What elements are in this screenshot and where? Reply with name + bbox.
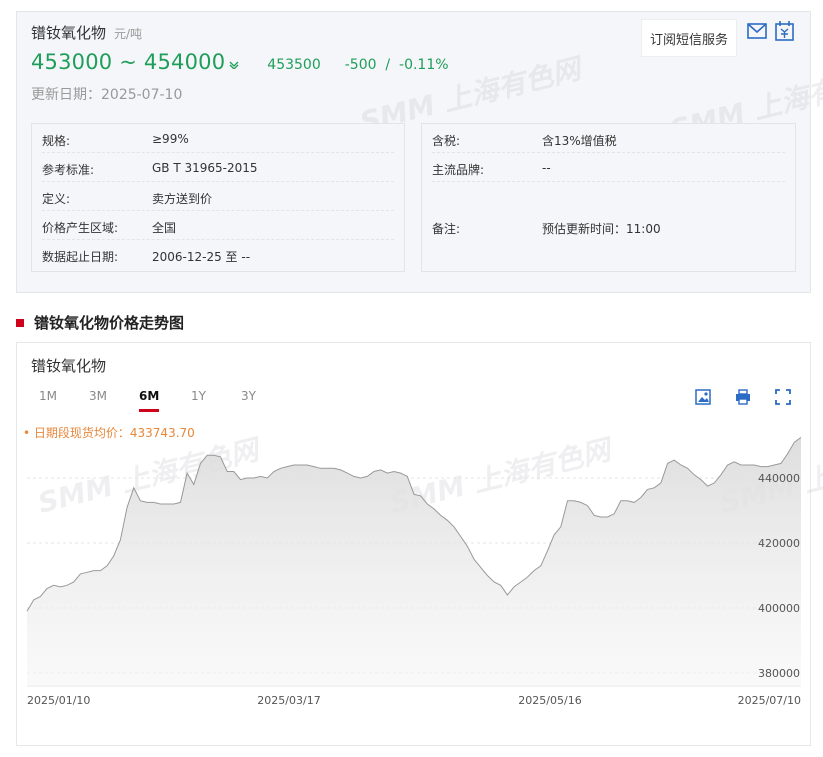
product-name: 镨钕氧化物 [31,24,107,42]
spec-label: 主流品牌: [432,163,485,177]
spec-label: 规格: [42,134,71,148]
spec-row: 含税: 含13%增值税 [432,124,785,153]
x-tick-label: 2025/01/10 [27,694,90,707]
calendar-icon[interactable] [775,21,794,41]
spec-label: 含税: [432,134,461,148]
y-tick-label: 400000 [758,602,800,615]
spec-row: 参考标准: GB T 31965-2015 [42,153,394,182]
spec-label: 备注: [432,222,461,236]
spec-value: 卖方送到价 [152,192,213,206]
spec-row: 定义: 卖方送到价 [42,182,394,211]
average-price-annotation: • 日期段现货均价：433743.70 [23,425,195,440]
spec-value: 预估更新时间：11:00 [542,222,661,236]
spec-table-left: 规格: ≥99% 参考标准: GB T 31965-2015 定义: 卖方送到价… [31,123,405,272]
spec-value: 含13%增值税 [542,134,617,148]
spec-label: 数据起止日期: [42,250,119,264]
price-range: 453000 ~ 454000 [31,50,226,74]
spec-value: 2006-12-25 至 -- [152,250,251,264]
spec-value: GB T 31965-2015 [152,161,258,175]
price-trend-chart: 440000 420000 400000 380000 2025/01/10 2025/… [23,425,802,707]
spec-value: 全国 [152,221,177,235]
arrow-down-icon [229,59,239,72]
update-date: 更新日期：2025-07-10 [31,87,183,103]
price-chart-card: 镨钕氧化物 1M 3M 6M 1Y 3Y SMM 上海有色网 SMM 上海有色网… [16,342,823,746]
spec-value: ≥99% [152,132,189,146]
spec-label: 定义: [42,192,71,206]
spec-row: 备注: 预估更新时间：11:00 [432,212,785,241]
spec-label: 参考标准: [42,163,95,177]
y-tick-label: 380000 [758,667,800,680]
y-tick-label: 420000 [758,537,800,550]
x-tick-label: 2025/07/10 [738,694,801,707]
spec-row: 价格产生区域: 全国 [42,211,394,240]
average-price: 453500 [267,57,321,73]
price-change: -500 / -0.11% [344,57,449,73]
price-unit: 元/吨 [114,27,143,41]
spec-value: -- [542,161,551,175]
price-area [27,437,801,686]
spec-row: 主流品牌: -- [432,153,785,182]
x-tick-label: 2025/03/17 [257,694,320,707]
section-title-text: 镨钕氧化物价格走势图 [34,314,185,332]
y-tick-label: 440000 [758,472,800,485]
spec-label: 价格产生区域: [42,221,119,235]
x-tick-label: 2025/05/16 [518,694,581,707]
product-title-row: 镨钕氧化物 元/吨 [31,22,142,43]
mail-icon[interactable] [747,23,767,39]
subscribe-sms-button[interactable]: 订阅短信服务 [641,19,737,57]
spec-table-right: 含税: 含13%增值税 主流品牌: -- 备注: 预估更新时间：11:00 [421,123,796,272]
section-title: 镨钕氧化物价格走势图 [16,312,184,333]
price-row: 453000 ~ 454000 453500 -500 / -0.11% [31,50,449,74]
spec-row: 规格: ≥99% [42,124,394,153]
price-info-card: SMM 上海有色网 SMM 上海有色网 镨钕氧化物 元/吨 453000 ~ 4… [16,11,823,293]
spec-row: 数据起止日期: 2006-12-25 至 -- [42,240,394,269]
section-marker [16,318,24,327]
